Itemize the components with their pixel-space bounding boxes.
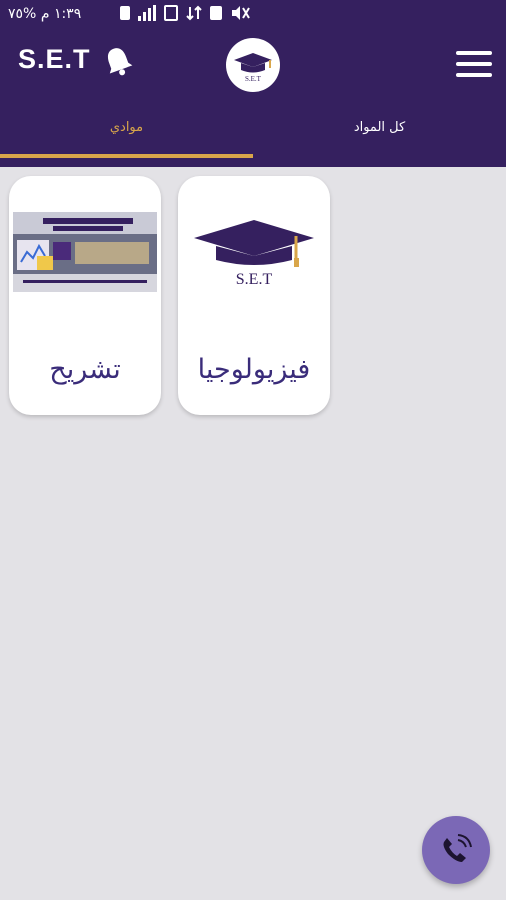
sim-icon xyxy=(210,6,222,20)
contact-fab[interactable] xyxy=(422,816,490,884)
tab-my-courses[interactable]: موادي xyxy=(0,110,253,154)
course-logo-image: S.E.T xyxy=(194,220,314,288)
menu-button[interactable] xyxy=(456,49,494,79)
battery-percent: %٧٥ xyxy=(8,6,37,22)
course-card-physiology[interactable]: S.E.T فيزيولوجيا xyxy=(178,176,330,415)
status-bar: ١:٣٩ م %٧٥ xyxy=(0,0,506,30)
signal-box-icon xyxy=(164,5,178,21)
course-logo-text: S.E.T xyxy=(236,271,273,288)
app-header: S.E.T S.E.T موادي كل المواد xyxy=(0,30,506,167)
status-time-and-battery: ١:٣٩ م %٧٥ xyxy=(8,6,81,22)
course-name: تشريح xyxy=(49,354,121,385)
brand-title: S.E.T xyxy=(18,44,91,74)
status-time: ١:٣٩ م xyxy=(40,6,82,22)
notification-bell-icon[interactable] xyxy=(101,44,135,78)
course-name: فيزيولوجيا xyxy=(197,354,311,385)
course-banner-image xyxy=(13,212,157,292)
menu-line xyxy=(456,62,492,66)
app-logo: S.E.T xyxy=(226,38,280,92)
menu-line xyxy=(456,73,492,77)
status-icons xyxy=(120,5,250,21)
tab-all-courses[interactable]: كل المواد xyxy=(253,110,506,154)
mute-icon xyxy=(232,6,250,20)
course-card-anatomy[interactable]: تشريح xyxy=(9,176,161,415)
battery-icon xyxy=(120,6,130,20)
menu-line xyxy=(456,51,492,55)
tab-indicator xyxy=(0,154,253,158)
phone-call-icon xyxy=(443,834,472,862)
logo-text: S.E.T xyxy=(245,75,262,83)
graduation-cap-icon: S.E.T xyxy=(234,53,272,83)
data-arrows-icon xyxy=(186,5,202,21)
signal-icon xyxy=(138,5,156,21)
